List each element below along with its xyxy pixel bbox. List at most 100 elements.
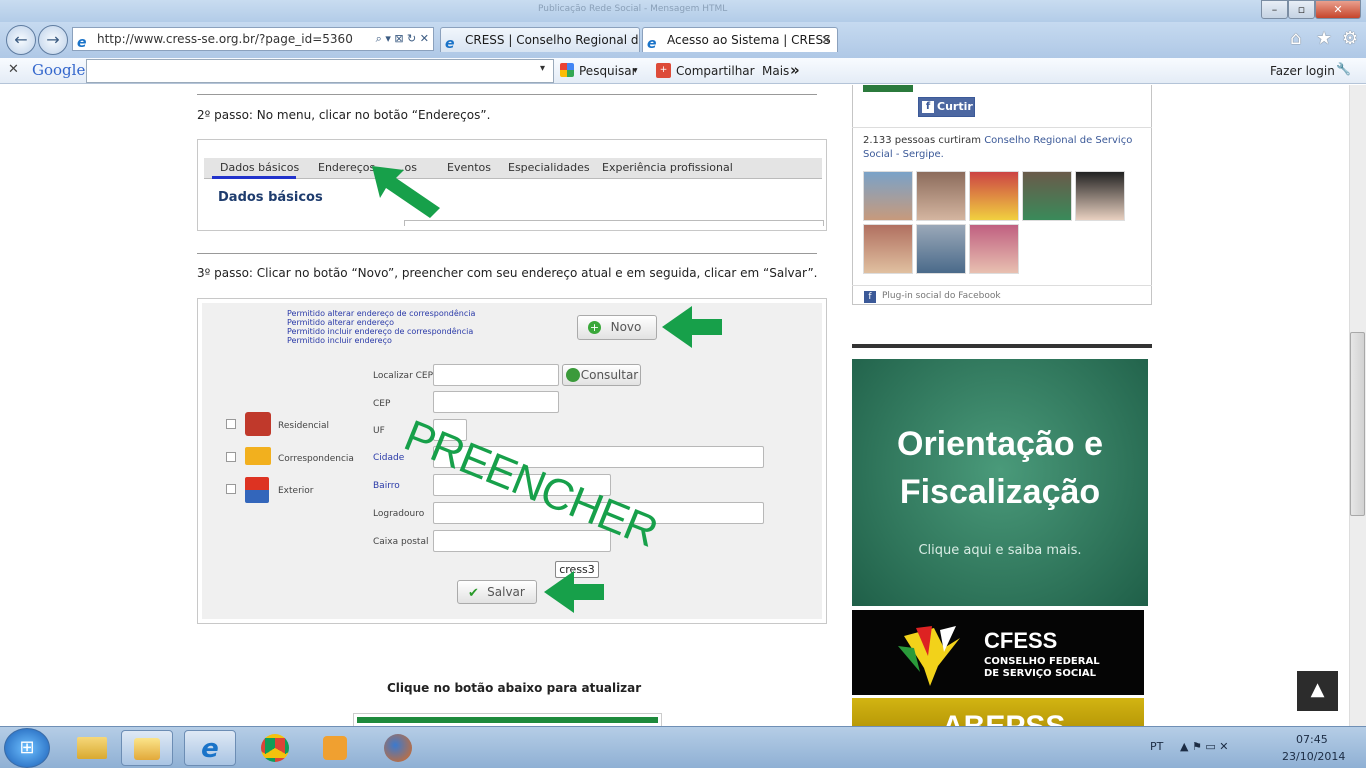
media-player-taskbar-icon[interactable]: [309, 730, 361, 766]
fan-photo[interactable]: [969, 171, 1019, 221]
fan-photo[interactable]: [863, 224, 913, 274]
address-url: http://www.cress-se.org.br/?page_id=5360: [97, 32, 353, 46]
banner-title-2: Fiscalização: [899, 473, 1101, 511]
divider: [197, 253, 817, 254]
back-to-top-button[interactable]: ▲: [1297, 671, 1338, 711]
fig-checkbox-exterior: [226, 484, 236, 494]
fan-photo[interactable]: [916, 171, 966, 221]
tab-cress[interactable]: e CRESS | Conselho Regional de ...: [440, 27, 640, 52]
maximize-button[interactable]: ▫: [1288, 0, 1315, 19]
language-indicator[interactable]: PT: [1150, 740, 1163, 753]
chrome-taskbar-icon[interactable]: [249, 730, 301, 766]
address-input[interactable]: e http://www.cress-se.org.br/?page_id=53…: [72, 27, 434, 51]
facebook-plugin-label: Plug-in social do Facebook: [882, 291, 1001, 301]
label-caixa-postal: Caixa postal: [373, 537, 429, 547]
fan-photo[interactable]: [916, 224, 966, 274]
abepss-banner[interactable]: ABEPSS: [852, 698, 1144, 726]
tab-label: Acesso ao Sistema | CRESS: [667, 33, 831, 47]
cfess-title: CFESS: [984, 628, 1058, 653]
house-icon: [245, 412, 271, 436]
label-correspondencia: Correspondencia: [278, 454, 354, 464]
pesquisar-button[interactable]: Pesquisar: [579, 64, 637, 78]
tab-close-icon[interactable]: ✕: [821, 28, 831, 52]
flags-icon: [245, 477, 269, 503]
fan-photo[interactable]: [1075, 171, 1125, 221]
update-button-frame[interactable]: [353, 713, 662, 726]
wrench-icon[interactable]: 🔧: [1336, 62, 1351, 76]
close-toolbar-icon[interactable]: ✕: [8, 62, 19, 77]
fig-tab-experiencia: Experiência profissional: [602, 161, 733, 174]
sidebar-divider: [852, 344, 1152, 348]
fig-tab-enderecos: Endereços: [318, 161, 376, 174]
cfess-logo-icon: [898, 626, 960, 686]
forward-button[interactable]: →: [38, 25, 68, 55]
tools-gear-icon[interactable]: ⚙: [1342, 28, 1358, 49]
label-cep: CEP: [373, 399, 391, 409]
clock-date[interactable]: 23/10/2014: [1282, 750, 1345, 763]
permission-item: Permitido alterar endereço de correspond…: [287, 309, 476, 318]
address-actions-icon[interactable]: ⌕ ▾ ⊠ ↻ ✕: [376, 28, 429, 50]
envelope-icon: [245, 447, 271, 465]
start-button[interactable]: ⊞: [4, 728, 50, 768]
arrow-shaft: [692, 319, 722, 335]
google-logo: Google: [32, 61, 86, 79]
fig-tab-eventos: Eventos: [447, 161, 491, 174]
chevron-down-icon[interactable]: ▾: [540, 63, 545, 74]
close-window-button[interactable]: ✕: [1315, 0, 1361, 19]
ie-tab-icon: e: [647, 36, 657, 52]
web-page: 2º passo: No menu, clicar no botão “Ende…: [0, 85, 1349, 726]
label-bairro: Bairro: [373, 481, 400, 491]
outlook-taskbar-icon[interactable]: [121, 730, 173, 766]
curtir-button[interactable]: f Curtir: [918, 97, 975, 117]
fazer-login-link[interactable]: Fazer login: [1270, 64, 1335, 78]
back-button[interactable]: ←: [6, 25, 36, 55]
favorites-icon[interactable]: ★: [1316, 28, 1332, 49]
divider: [852, 127, 1152, 128]
clock-time[interactable]: 07:45: [1296, 733, 1328, 746]
google-search-input[interactable]: [86, 59, 554, 83]
label-exterior: Exterior: [278, 486, 314, 496]
chevron-down-icon[interactable]: ▾: [633, 66, 638, 76]
abepss-title: ABEPSS: [942, 710, 1065, 726]
fig-input-localizar-cep: [433, 364, 559, 386]
salvar-label: Salvar: [487, 585, 525, 599]
cfess-banner[interactable]: CFESS CONSELHO FEDERAL DE SERVIÇO SOCIAL: [852, 610, 1144, 695]
green-arrow-icon: [662, 306, 692, 348]
fan-photo[interactable]: [863, 171, 913, 221]
permission-item: Permitido alterar endereço: [287, 318, 395, 327]
green-arrow-icon: [372, 166, 440, 218]
fan-photo[interactable]: [969, 224, 1019, 274]
firefox-taskbar-icon[interactable]: [372, 730, 424, 766]
minimize-button[interactable]: –: [1261, 0, 1288, 19]
likes-text: 2.133 pessoas curtiram Conselho Regional…: [863, 134, 1138, 162]
search-icon: [566, 368, 580, 382]
step2-text: 2º passo: No menu, clicar no botão “Ende…: [197, 108, 491, 122]
double-chevron-icon: »: [790, 61, 800, 79]
step3-text: 3º passo: Clicar no botão “Novo”, preenc…: [197, 266, 818, 280]
explorer-taskbar-icon[interactable]: [66, 730, 118, 766]
green-arrow-icon: [544, 571, 574, 613]
home-icon[interactable]: ⌂: [1290, 28, 1301, 49]
fig-input-cep: [433, 391, 559, 413]
fig-salvar-button: ✔ Salvar: [457, 580, 537, 604]
system-tray-icons[interactable]: ▲ ⚑ ▭ ✕: [1180, 740, 1228, 753]
tab-acesso-sistema[interactable]: e Acesso ao Sistema | CRESS ✕: [642, 27, 838, 52]
label-logradouro: Logradouro: [373, 509, 425, 519]
fig-tab-especialidades: Especialidades: [508, 161, 590, 174]
fig-panel-edge: [404, 220, 824, 226]
fan-photo[interactable]: [1022, 171, 1072, 221]
ie-taskbar-icon[interactable]: e: [184, 730, 236, 766]
mais-button[interactable]: Mais: [762, 64, 789, 78]
orientacao-banner[interactable]: Orientação e Fiscalização Clique aqui e …: [852, 359, 1148, 606]
likes-count: 2.133 pessoas curtiram: [863, 135, 981, 146]
update-button-image[interactable]: [357, 717, 658, 723]
banner-title-1: Orientação e: [897, 425, 1103, 463]
facebook-icon: f: [922, 101, 934, 113]
permissions-list: Permitido alterar endereço de correspond…: [287, 309, 475, 345]
scrollbar-thumb[interactable]: [1350, 332, 1365, 516]
divider: [197, 94, 817, 95]
compartilhar-button[interactable]: Compartilhar: [676, 64, 755, 78]
permission-item: Permitido incluir endereço de correspond…: [287, 327, 474, 336]
figure-address-form: Permitido alterar endereço de correspond…: [197, 298, 827, 624]
fig-checkbox-residencial: [226, 419, 236, 429]
